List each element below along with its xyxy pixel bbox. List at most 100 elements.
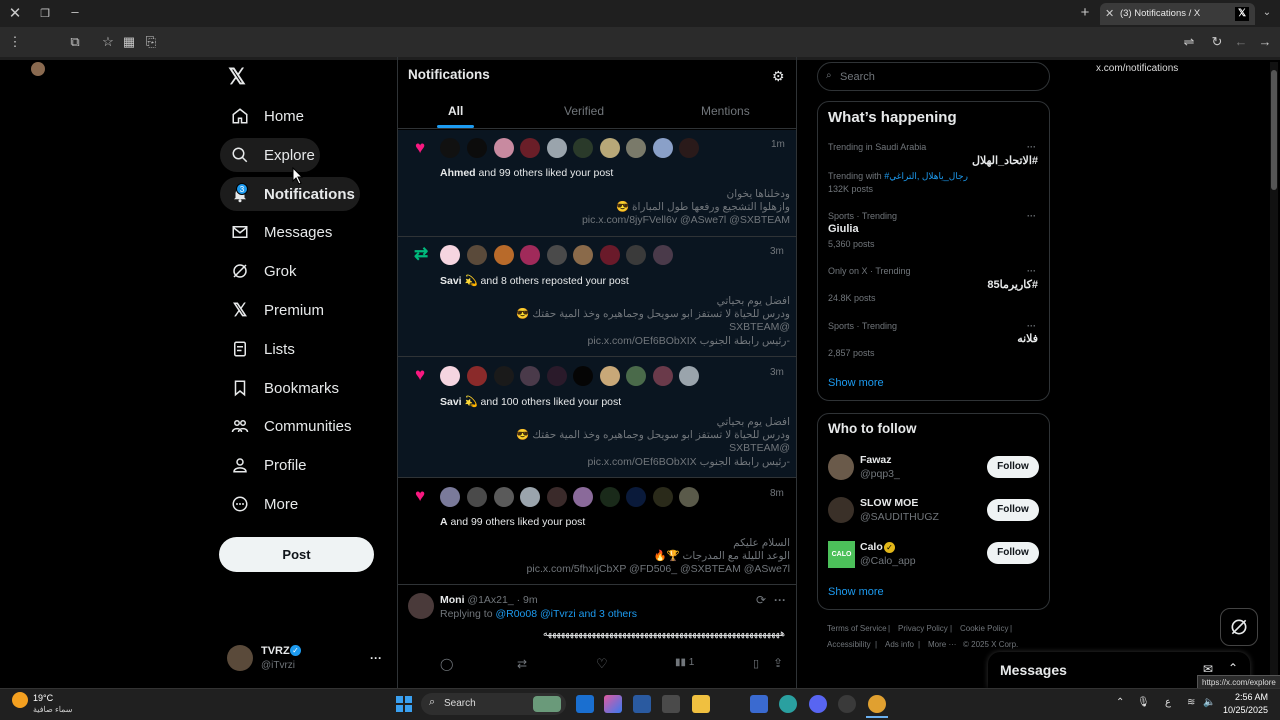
avatar[interactable] [547, 245, 567, 265]
menu-dots-icon[interactable]: ⋮ [7, 35, 23, 49]
nav-messages[interactable]: Messages [220, 215, 332, 249]
replying-to-link[interactable]: @R0o08 @iTvrzi and 3 others [495, 608, 637, 620]
nav-more[interactable]: More [220, 487, 298, 521]
input-language[interactable]: ع [1165, 697, 1171, 708]
avatar[interactable] [520, 245, 540, 265]
user-name[interactable]: Fawaz [860, 454, 892, 466]
nav-home[interactable]: Home [220, 99, 304, 133]
footer-link[interactable]: Privacy Policy [898, 624, 948, 633]
trend-name[interactable]: #الاتحاد_الهلال [828, 154, 1038, 167]
avatar[interactable] [828, 497, 854, 523]
avatar[interactable] [600, 366, 620, 386]
reply-action-icon[interactable]: ◯ [440, 657, 453, 671]
avatar[interactable] [520, 487, 540, 507]
reload-icon[interactable]: ↻ [1209, 35, 1225, 49]
chrome-icon[interactable] [868, 695, 886, 713]
trend-name[interactable]: #كاريرما85 [828, 278, 1038, 291]
footer-link[interactable]: More ··· [928, 640, 956, 649]
nav-lists[interactable]: Lists [220, 332, 295, 366]
profile-icon[interactable] [31, 62, 45, 76]
app-icon[interactable] [838, 695, 856, 713]
retweet-action-icon[interactable]: ⇄ [517, 657, 527, 671]
avatar[interactable] [494, 138, 514, 158]
avatar[interactable] [679, 138, 699, 158]
browser-tab[interactable]: ✕ (3) Notifications / X 𝕏 [1100, 3, 1255, 25]
app-icon[interactable] [750, 695, 768, 713]
nav-explore[interactable]: Explore [220, 138, 320, 172]
avatar[interactable] [679, 487, 699, 507]
avatar[interactable] [440, 245, 460, 265]
nav-communities[interactable]: Communities [220, 409, 352, 443]
trend-more-icon[interactable]: ··· [1027, 266, 1036, 276]
avatar[interactable] [520, 138, 540, 158]
search-input[interactable]: ⌕ Search [817, 62, 1050, 91]
copilot-icon[interactable] [604, 695, 622, 713]
back-icon[interactable]: → [1257, 35, 1273, 49]
site-settings-icon[interactable]: ⇌ [1181, 35, 1197, 49]
bookmark-action-icon[interactable]: ▯ [753, 657, 759, 670]
avatar[interactable] [467, 138, 487, 158]
avatar[interactable] [494, 245, 514, 265]
tab-search-icon[interactable]: ⌄ [1259, 6, 1275, 20]
microphone-icon[interactable]: 🎙 [1137, 697, 1150, 708]
post-button[interactable]: Post [219, 537, 374, 572]
windows-start-icon[interactable] [396, 696, 412, 712]
scrollbar-thumb[interactable] [1271, 70, 1277, 190]
trend-name[interactable]: Giulia [828, 223, 859, 235]
tray-chevron-icon[interactable]: ⌃ [1116, 697, 1124, 708]
avatar[interactable] [573, 245, 593, 265]
avatar[interactable] [547, 487, 567, 507]
footer-link[interactable]: Terms of Service [827, 624, 887, 633]
avatar[interactable] [626, 138, 646, 158]
avatar[interactable] [547, 366, 567, 386]
share-action-icon[interactable]: ⇪ [773, 656, 783, 670]
grok-explain-icon[interactable]: ⟳ [756, 593, 766, 607]
share-icon[interactable]: ⎘ [143, 35, 159, 49]
collections-icon[interactable]: ▦ [121, 35, 137, 49]
bookmark-star-icon[interactable]: ☆ [100, 35, 116, 49]
clock-time[interactable]: 2:56 AM [1222, 692, 1268, 702]
trend-more-icon[interactable]: ··· [1027, 321, 1036, 331]
store-icon[interactable] [662, 695, 680, 713]
trend-more-icon[interactable]: ··· [1027, 142, 1036, 152]
extensions-icon[interactable]: ⧉ [67, 35, 83, 49]
follow-button[interactable]: Follow [987, 499, 1039, 521]
avatar[interactable] [653, 487, 673, 507]
trend-more-icon[interactable]: ··· [1027, 211, 1036, 221]
follow-button[interactable]: Follow [987, 456, 1039, 478]
tab-mentions[interactable]: Mentions [701, 104, 750, 118]
discord-icon[interactable] [809, 695, 827, 713]
close-window-icon[interactable]: ✕ [7, 6, 23, 21]
nav-grok[interactable]: Grok [220, 254, 297, 288]
nav-premium[interactable]: 𝕏 Premium [220, 293, 324, 327]
avatar[interactable] [626, 487, 646, 507]
avatar[interactable] [600, 245, 620, 265]
outlook-icon[interactable] [576, 695, 594, 713]
tab-all[interactable]: All [448, 104, 463, 118]
avatar[interactable] [626, 366, 646, 386]
avatar[interactable] [467, 245, 487, 265]
x-logo-icon[interactable]: 𝕏 [226, 66, 248, 88]
user-name[interactable]: Calo [860, 541, 883, 553]
avatar[interactable] [600, 138, 620, 158]
restore-window-icon[interactable]: ❐ [37, 7, 53, 21]
forward-icon[interactable]: ← [1233, 35, 1249, 49]
address-bar[interactable]: x.com/notifications [1096, 63, 1178, 74]
file-explorer-icon[interactable] [692, 695, 710, 713]
avatar[interactable] [440, 487, 460, 507]
minimize-window-icon[interactable]: – [67, 5, 83, 19]
account-avatar[interactable] [227, 645, 253, 671]
footer-link[interactable]: Ads info [885, 640, 914, 649]
calo-logo[interactable]: CALO [828, 541, 855, 568]
avatar[interactable] [408, 593, 434, 619]
avatar[interactable] [494, 366, 514, 386]
views-stat[interactable]: ▮▮ 1 [675, 657, 694, 668]
nav-bookmarks[interactable]: Bookmarks [220, 371, 339, 405]
edge-icon[interactable] [779, 695, 797, 713]
avatar[interactable] [547, 138, 567, 158]
expand-icon[interactable]: ⌃ [1228, 661, 1238, 675]
wifi-icon[interactable]: ≋ [1187, 697, 1195, 708]
trend-name[interactable]: فلانه [828, 332, 1038, 345]
avatar[interactable] [520, 366, 540, 386]
nav-profile[interactable]: Profile [220, 448, 307, 482]
